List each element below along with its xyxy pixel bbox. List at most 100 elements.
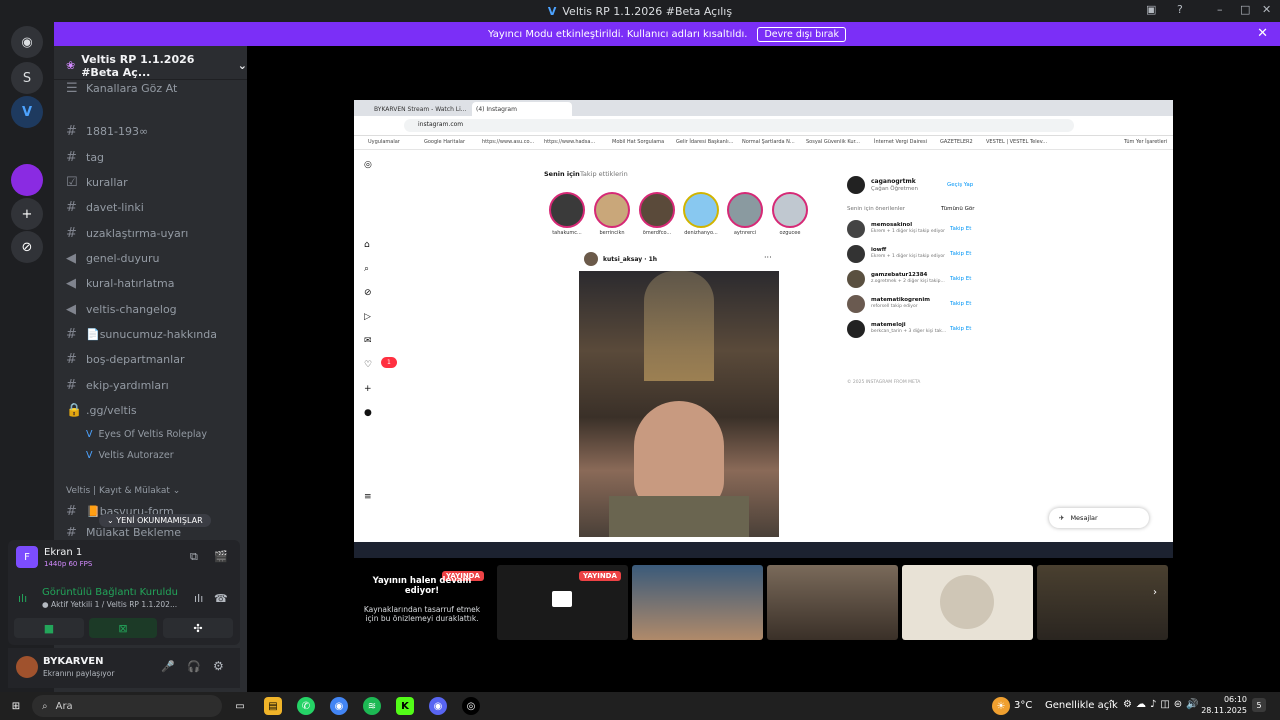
messages-icon[interactable]: ✉	[364, 336, 372, 346]
bookmark[interactable]: Normal Şartlarda N...	[742, 139, 795, 145]
tab-following[interactable]: Takip ettiklerin	[580, 170, 628, 178]
chevron-up-icon[interactable]: ⌃	[1107, 699, 1115, 710]
channel-item[interactable]: # boş-departmanlar	[66, 349, 184, 369]
profile-icon[interactable]: ●	[364, 408, 372, 418]
channel-item[interactable]: # ekip-yardımları	[66, 375, 169, 395]
follow-button[interactable]: Takip Et	[950, 251, 971, 257]
server-icon-veltis[interactable]: V	[11, 96, 43, 128]
browse-channels[interactable]: ☰ Kanallara Göz At	[66, 78, 177, 98]
bookmark[interactable]: VESTEL | VESTEL Telev...	[986, 139, 1047, 145]
follow-button[interactable]: Takip Et	[950, 326, 971, 332]
browser-tab[interactable]: BYKARVEN Stream - Watch Li...	[370, 102, 470, 116]
discover-icon[interactable]: ⊘	[11, 231, 43, 263]
see-all-link[interactable]: Tümünü Gör	[941, 206, 975, 212]
channel-item[interactable]: ☑ kurallar	[66, 172, 128, 192]
channel-item[interactable]: # tag	[66, 147, 104, 167]
suggestion-avatar[interactable]	[847, 245, 865, 263]
camera-thumbnail[interactable]: ›	[1037, 565, 1168, 640]
headphones-icon[interactable]: 🎧	[187, 660, 201, 673]
bookmark[interactable]: Mobil Hat Sorgulama	[612, 139, 664, 145]
server-icon-purple[interactable]	[11, 164, 43, 196]
bookmark[interactable]: https://www.hadsa...	[544, 139, 595, 145]
reels-icon[interactable]: ▷	[364, 312, 371, 322]
suggestion-avatar[interactable]	[847, 295, 865, 313]
maximize-button[interactable]: □	[1240, 3, 1250, 16]
channel-item[interactable]: 🔒 .gg/veltis	[66, 400, 137, 420]
post-image[interactable]	[579, 271, 779, 537]
popout-icon[interactable]: ⧉	[190, 550, 198, 564]
bookmark[interactable]: Google Haritalar	[424, 139, 465, 145]
browser-tab-active[interactable]: (4) Instagram	[472, 102, 572, 116]
chrome-icon[interactable]: ◉	[330, 697, 348, 715]
avatar[interactable]	[16, 656, 38, 678]
story-avatar[interactable]	[549, 192, 585, 228]
clapper-icon[interactable]: 🎬	[214, 550, 228, 563]
whatsapp-icon[interactable]: ✆	[297, 697, 315, 715]
channel-item[interactable]: # 📄sunucumuz-hakkında	[66, 324, 217, 344]
kick-icon[interactable]: K	[396, 697, 414, 715]
help-icon[interactable]: ?	[1177, 3, 1183, 16]
tab-for-you[interactable]: Senin için	[544, 170, 580, 178]
follow-button[interactable]: Takip Et	[950, 301, 971, 307]
explore-icon[interactable]: ⊘	[364, 288, 372, 298]
screenshare-button[interactable]: ⊠	[89, 618, 157, 638]
shared-screen[interactable]: BYKARVEN Stream - Watch Li... (4) Instag…	[354, 100, 1173, 558]
home-icon[interactable]: ⌂	[364, 240, 370, 250]
add-server-icon[interactable]: +	[11, 198, 43, 230]
voice-channel[interactable]: ● Aktif Yetkili 1 / Veltis RP 1.1.202...	[42, 600, 177, 609]
url-field[interactable]: instagram.com	[404, 119, 1074, 132]
activities-button[interactable]: ✣	[163, 618, 233, 638]
bookmark[interactable]: İnternet Vergi Dairesi	[874, 139, 927, 145]
bookmark[interactable]: Gelir İdaresi Başkanlı...	[676, 139, 733, 145]
my-avatar[interactable]	[847, 176, 865, 194]
channel-item[interactable]: # Mülakat Bekleme	[66, 527, 181, 537]
notification-count[interactable]: 5	[1252, 698, 1266, 712]
bookmark[interactable]: Tüm Yer İşaretleri	[1124, 139, 1167, 145]
switch-account-link[interactable]: Geçiş Yap	[947, 182, 973, 188]
search-icon[interactable]: ⌕	[364, 264, 369, 274]
story-avatar[interactable]	[772, 192, 808, 228]
post-username[interactable]: kutsi_aksay · 1h	[603, 256, 657, 263]
disconnect-icon[interactable]: ☎	[214, 592, 228, 605]
suggestion-avatar[interactable]	[847, 220, 865, 238]
settings-gear-icon[interactable]: ⚙	[213, 659, 224, 673]
camera-button[interactable]: ■	[14, 618, 84, 638]
story-avatar[interactable]	[639, 192, 675, 228]
menu-icon[interactable]: ≡	[364, 492, 372, 502]
notifications-heart-icon[interactable]: ♡	[364, 360, 372, 370]
minimize-button[interactable]: –	[1217, 3, 1223, 16]
category-header[interactable]: Veltis | Kayıt & Mülakat ⌄	[66, 486, 180, 496]
channel-item[interactable]: ◀ genel-duyuru	[66, 248, 159, 268]
tray-icons[interactable]: ⚙☁♪◫⊜🔊	[1123, 699, 1203, 710]
channel-item[interactable]: # davet-linki	[66, 197, 144, 217]
camera-thumbnail[interactable]	[902, 565, 1033, 640]
disable-streamer-mode-button[interactable]: Devre dışı bırak	[757, 26, 847, 42]
obs-icon[interactable]: ◎	[462, 697, 480, 715]
bookmark[interactable]: GAZETELER2	[940, 139, 973, 145]
close-banner-icon[interactable]: ✕	[1257, 26, 1268, 41]
channel-item[interactable]: ◀ veltis-changelog	[66, 299, 177, 319]
bookmark[interactable]: Uygulamalar	[368, 139, 400, 145]
paused-preview[interactable]: YAYINDA Yayının halen devam ediyor! Kayn…	[354, 565, 485, 640]
story-avatar[interactable]	[727, 192, 763, 228]
bookmark[interactable]: Sosyal Güvenlik Kur...	[806, 139, 860, 145]
inbox-icon[interactable]: ▣	[1146, 3, 1156, 16]
close-window-button[interactable]: ✕	[1262, 3, 1271, 16]
file-explorer-icon[interactable]: ▤	[264, 697, 282, 715]
server-icon-s[interactable]: S	[11, 62, 43, 94]
microphone-icon[interactable]: 🎤	[161, 660, 175, 673]
story-avatar[interactable]	[594, 192, 630, 228]
camera-thumbnail[interactable]	[632, 565, 763, 640]
suggestion-avatar[interactable]	[847, 320, 865, 338]
new-unreads-pill[interactable]: ⌄ YENİ OKUNMAMIŞLAR	[99, 514, 211, 527]
signal-icon[interactable]: ılı	[18, 592, 27, 605]
discord-icon[interactable]: ◉	[429, 697, 447, 715]
task-view-icon[interactable]: ▭	[231, 697, 249, 715]
channel-item[interactable]: ◀ kural-hatırlatma	[66, 273, 174, 293]
clock-date[interactable]: 28.11.2025	[1200, 706, 1247, 715]
channel-item[interactable]: # uzaklaştırma-uyarı	[66, 223, 188, 243]
chevron-right-icon[interactable]: ›	[1153, 587, 1157, 598]
channel-item[interactable]: #1881-193∞	[66, 121, 148, 141]
camera-thumbnail[interactable]	[767, 565, 898, 640]
post-avatar[interactable]	[584, 252, 598, 266]
